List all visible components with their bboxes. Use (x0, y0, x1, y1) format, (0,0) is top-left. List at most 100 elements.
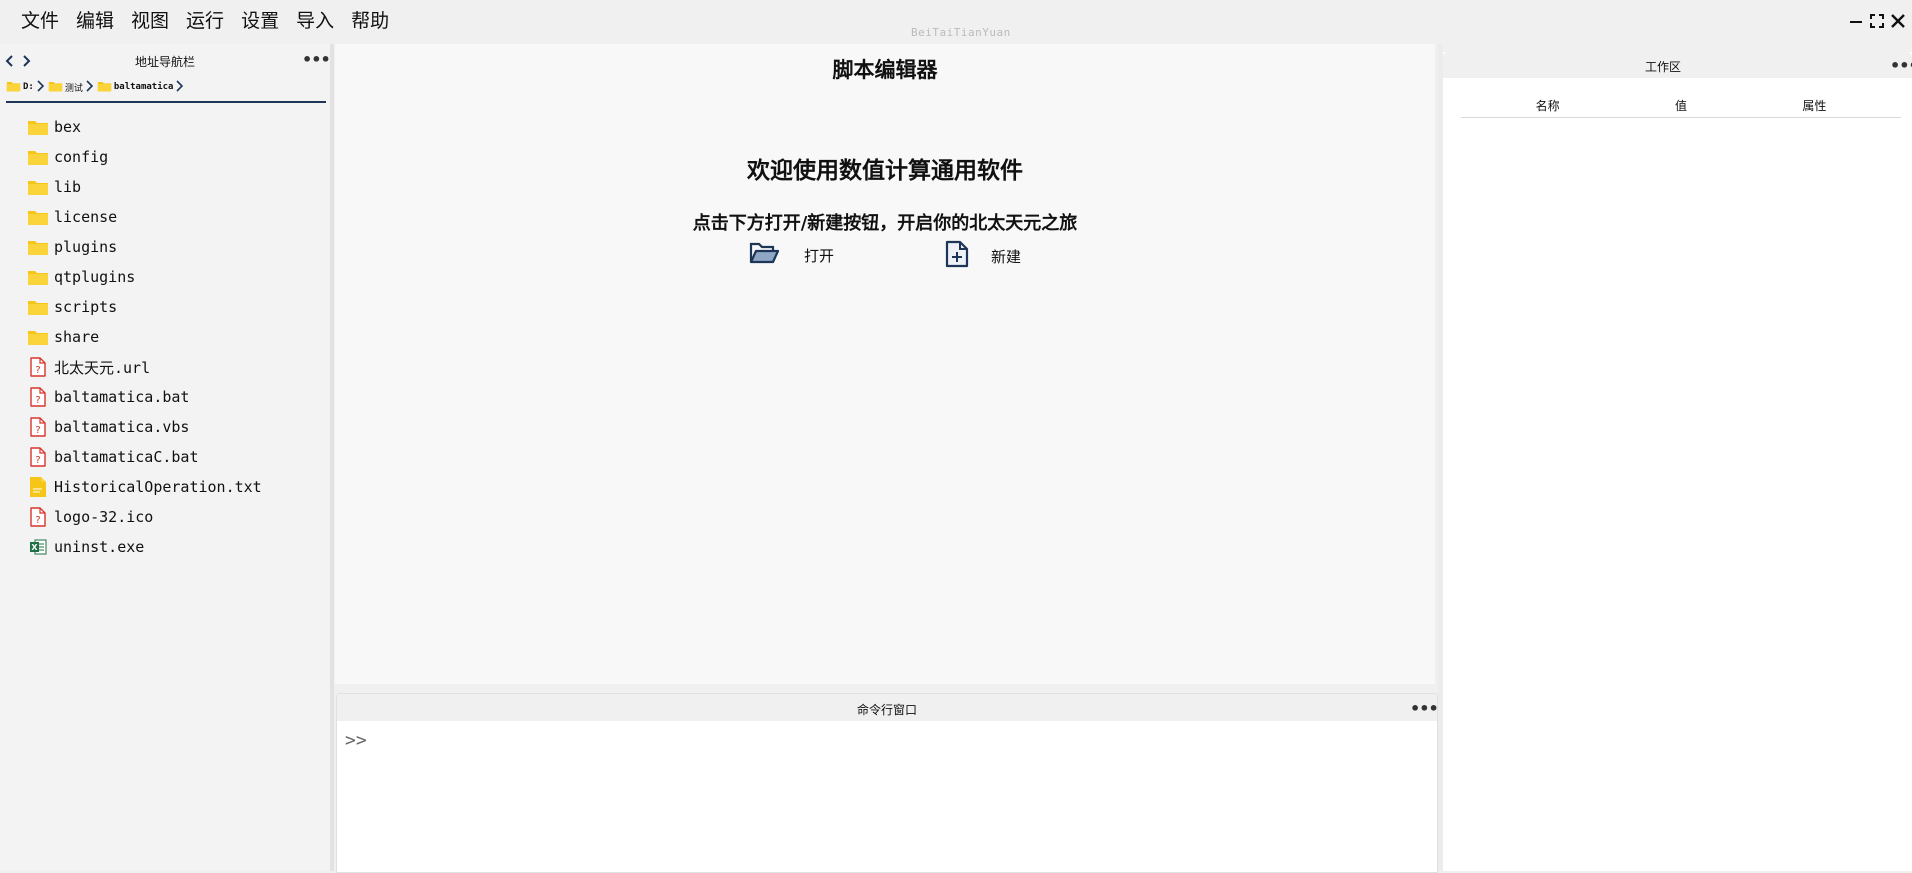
svg-text:?: ? (35, 395, 40, 406)
command-header: 命令行窗口 ••• (337, 694, 1439, 721)
chevron-right-icon[interactable] (86, 79, 93, 95)
chevron-right-icon[interactable] (37, 79, 44, 95)
workspace-table: 名称 值 属性 (1461, 93, 1901, 118)
welcome-heading: 欢迎使用数值计算通用软件 (747, 157, 1023, 184)
workspace-title: 工作区 (1644, 60, 1681, 74)
file-name: HistoricalOperation.txt (54, 478, 262, 496)
menu-bar: 文件 编辑 视图 运行 设置 导入 帮助 BeiTaiTianYuan (0, 0, 1912, 44)
open-label: 打开 (804, 246, 835, 265)
svg-text:?: ? (35, 455, 40, 466)
breadcrumb-label: baltamatica (113, 82, 174, 92)
menu-run[interactable]: 运行 (186, 6, 224, 33)
file-name: baltamatica.bat (54, 388, 190, 406)
folder-icon (27, 176, 49, 198)
svg-text:?: ? (35, 365, 40, 376)
file-name: baltamatica.vbs (54, 418, 190, 436)
file-list-item[interactable]: qtplugins (27, 262, 262, 292)
file-name: lib (54, 178, 82, 196)
text-file-icon (27, 476, 49, 498)
file-list-item[interactable]: license (27, 202, 262, 232)
folder-icon (27, 296, 49, 318)
file-list-item[interactable]: ? baltamatica.vbs (27, 412, 262, 442)
column-attribute[interactable]: 属性 (1727, 93, 1901, 118)
folder-icon (27, 236, 49, 258)
close-icon[interactable] (1889, 12, 1907, 30)
file-name: baltamaticaC.bat (54, 448, 199, 466)
file-list-item[interactable]: ? 北太天元.url (27, 352, 262, 382)
main-menu: 文件 编辑 视图 运行 设置 导入 帮助 (21, 6, 406, 33)
workspace-panel: 工作区 ••• 名称 值 属性 (1443, 52, 1912, 871)
script-editor: 脚本编辑器 欢迎使用数值计算通用软件 点击下方打开/新建按钮，开启你的北太天元之… (335, 44, 1435, 684)
file-list-item[interactable]: bex (27, 112, 262, 142)
file-list-item[interactable]: lib (27, 172, 262, 202)
breadcrumb-item[interactable]: 测试 (48, 79, 97, 95)
breadcrumb-item[interactable]: baltamatica (97, 79, 188, 95)
breadcrumb-underline (6, 101, 326, 103)
workspace-more-icon[interactable]: ••• (1890, 58, 1912, 74)
folder-icon (27, 116, 49, 138)
breadcrumb-item[interactable]: D: (6, 79, 48, 95)
welcome-hint: 点击下方打开/新建按钮，开启你的北太天元之旅 (692, 213, 1078, 234)
menu-import[interactable]: 导入 (296, 6, 334, 33)
file-name: 北太天元.url (54, 358, 151, 377)
command-title: 命令行窗口 (856, 703, 917, 717)
file-name: config (54, 148, 109, 166)
file-list-item[interactable]: Xuninst.exe (27, 532, 262, 562)
unknown-file-icon: ? (27, 506, 49, 528)
breadcrumb: D: 测试 baltamatica (6, 76, 187, 98)
file-list-item[interactable]: config (27, 142, 262, 172)
nav-more-icon[interactable]: ••• (302, 52, 331, 68)
unknown-file-icon: ? (27, 416, 49, 438)
file-list-item[interactable]: ? logo-32.ico (27, 502, 262, 532)
nav-header: 地址导航栏 ••• (0, 44, 331, 72)
file-name: qtplugins (54, 268, 136, 286)
unknown-file-icon: ? (27, 446, 49, 468)
menu-file[interactable]: 文件 (21, 6, 59, 33)
breadcrumb-label: 测试 (64, 83, 83, 94)
unknown-file-icon: ? (27, 356, 49, 378)
new-label: 新建 (991, 247, 1022, 266)
folder-icon (97, 80, 112, 95)
file-list-item[interactable]: plugins (27, 232, 262, 262)
minimize-icon[interactable] (1847, 12, 1865, 30)
folder-icon (6, 80, 21, 95)
command-more-icon[interactable]: ••• (1410, 701, 1439, 717)
file-list: bex config lib license plugins qtplugins scrip… (27, 112, 262, 562)
maximize-icon[interactable] (1868, 12, 1886, 30)
workspace-header: 工作区 ••• (1443, 52, 1912, 78)
command-prompt: >> (345, 730, 367, 751)
new-file-icon (945, 240, 969, 272)
command-window[interactable]: 命令行窗口 ••• >> (336, 693, 1439, 873)
file-list-item[interactable]: ? baltamaticaC.bat (27, 442, 262, 472)
folder-icon (48, 80, 63, 95)
new-button[interactable]: 新建 (945, 240, 1021, 272)
file-name: logo-32.ico (54, 508, 154, 526)
svg-text:?: ? (35, 515, 40, 526)
folder-icon (27, 206, 49, 228)
menu-help[interactable]: 帮助 (351, 6, 389, 33)
svg-text:?: ? (35, 425, 40, 436)
left-splitter[interactable] (330, 44, 334, 871)
column-name[interactable]: 名称 (1461, 93, 1635, 118)
file-name: bex (54, 118, 82, 136)
editor-title: 脚本编辑器 (832, 57, 938, 82)
file-name: plugins (54, 238, 118, 256)
column-value[interactable]: 值 (1634, 93, 1728, 118)
file-list-item[interactable]: HistoricalOperation.txt (27, 472, 262, 502)
excel-file-icon: X (27, 536, 49, 558)
file-list-item[interactable]: ? baltamatica.bat (27, 382, 262, 412)
menu-view[interactable]: 视图 (131, 6, 169, 33)
file-name: scripts (54, 298, 118, 316)
breadcrumb-label: D: (23, 82, 34, 92)
file-name: uninst.exe (54, 538, 145, 556)
folder-icon (27, 326, 49, 348)
unknown-file-icon: ? (27, 386, 49, 408)
file-list-item[interactable]: share (27, 322, 262, 352)
chevron-right-icon[interactable] (176, 79, 184, 95)
file-list-item[interactable]: scripts (27, 292, 262, 322)
open-button[interactable]: 打开 (749, 240, 834, 270)
file-name: license (54, 208, 118, 226)
folder-icon (27, 146, 49, 168)
menu-settings[interactable]: 设置 (241, 6, 279, 33)
menu-edit[interactable]: 编辑 (76, 6, 114, 33)
